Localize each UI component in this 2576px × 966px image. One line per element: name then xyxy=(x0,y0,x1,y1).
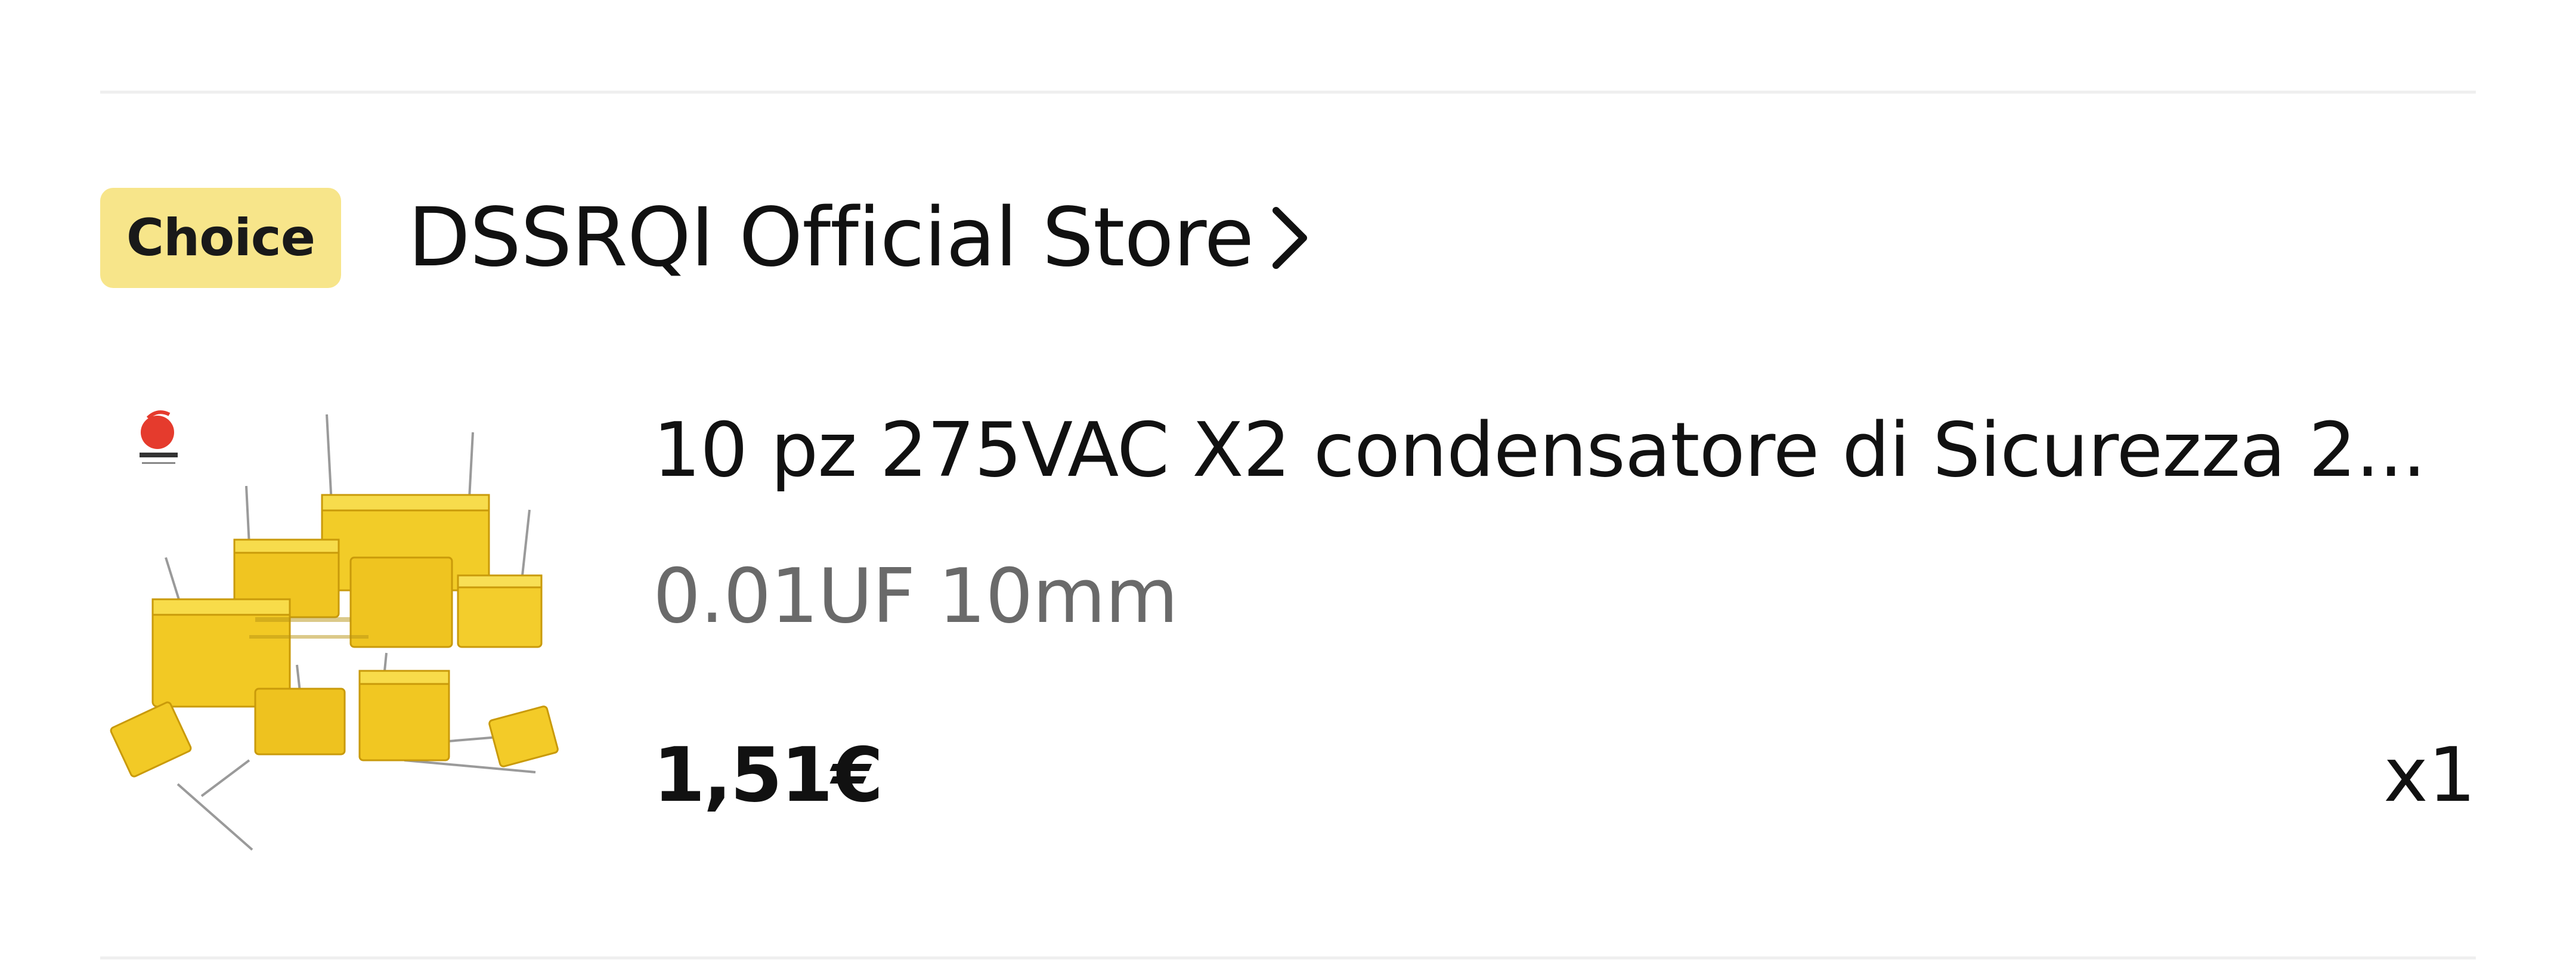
top-divider xyxy=(100,91,2476,94)
product-price: 1,51€ xyxy=(653,731,884,819)
store-name[interactable]: DSSRQI Official Store xyxy=(408,191,1254,285)
product-variant[interactable]: 0.01UF 10mm xyxy=(653,546,1178,647)
store-link[interactable]: DSSRQI Official Store xyxy=(408,191,1311,285)
store-header: Choice DSSRQI Official Store xyxy=(100,188,1311,288)
product-quantity: x1 xyxy=(2383,731,2476,819)
bottom-divider xyxy=(100,956,2476,959)
product-title[interactable]: 10 pz 275VAC X2 condensatore di Sicurezz… xyxy=(653,400,2478,501)
choice-badge: Choice xyxy=(100,188,341,288)
chevron-right-icon[interactable] xyxy=(1269,205,1311,271)
capacitor-product-image[interactable] xyxy=(100,379,605,883)
product-image[interactable] xyxy=(100,379,605,883)
